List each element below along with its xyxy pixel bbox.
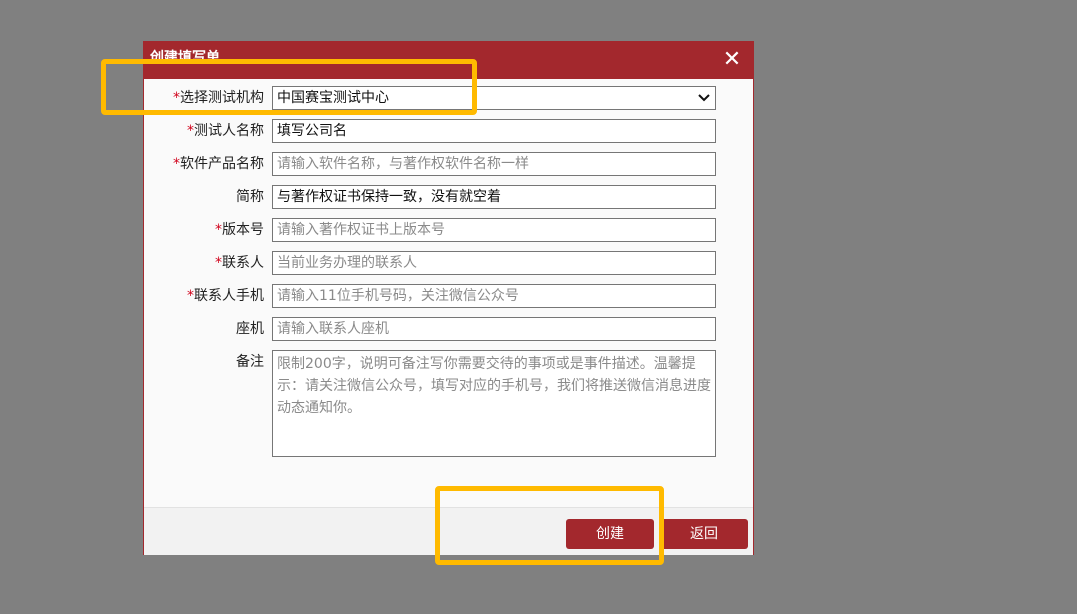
landline-label: 座机 [236,321,264,337]
row-short-name: 简称 与著作权证书保持一致，没有就空着 [144,185,753,209]
required-mark: * [187,288,194,304]
short-name-label: 简称 [236,189,264,205]
close-icon[interactable]: ✕ [721,47,743,73]
required-mark: * [173,156,180,172]
version-label: *版本号 [144,220,264,240]
version-input[interactable]: 请输入著作权证书上版本号 [272,218,716,242]
remarks-textarea[interactable]: 限制200字，说明可备注写你需要交待的事项或是事件描述。温馨提示：请关注微信公众… [272,350,716,457]
contact-phone-label: *联系人手机 [144,286,264,306]
create-form-dialog: 创建填写单 ✕ *选择测试机构 中国赛宝测试中心 *测试人名称 填写公司名 *软… [143,41,754,555]
contact-label: *联系人 [144,253,264,273]
required-mark: * [187,123,194,139]
back-button[interactable]: 返回 [660,519,748,549]
row-landline: 座机 请输入联系人座机 [144,317,753,341]
tester-name-label-text: 测试人名称 [194,123,264,139]
chevron-down-icon [697,87,711,109]
row-version: *版本号 请输入著作权证书上版本号 [144,218,753,242]
product-name-label: *软件产品名称 [144,154,264,174]
form-area: *选择测试机构 中国赛宝测试中心 *测试人名称 填写公司名 *软件产品名称 请输… [144,79,753,543]
remarks-label: 备注 [236,354,264,370]
highlight-institution [101,59,477,115]
row-remarks: 备注 限制200字，说明可备注写你需要交待的事项或是事件描述。温馨提示：请关注微… [144,350,753,457]
landline-input[interactable]: 请输入联系人座机 [272,317,716,341]
row-contact: *联系人 当前业务办理的联系人 [144,251,753,275]
product-name-input[interactable]: 请输入软件名称，与著作权软件名称一样 [272,152,716,176]
product-name-label-text: 软件产品名称 [180,156,264,172]
highlight-create-button [435,486,664,565]
short-name-input[interactable]: 与著作权证书保持一致，没有就空着 [272,185,716,209]
tester-name-label: *测试人名称 [144,121,264,141]
row-product-name: *软件产品名称 请输入软件名称，与著作权软件名称一样 [144,152,753,176]
contact-label-text: 联系人 [222,255,264,271]
row-tester-name: *测试人名称 填写公司名 [144,119,753,143]
contact-phone-label-text: 联系人手机 [194,288,264,304]
version-label-text: 版本号 [222,222,264,238]
tester-name-input[interactable]: 填写公司名 [272,119,716,143]
required-mark: * [215,222,222,238]
row-contact-phone: *联系人手机 请输入11位手机号码，关注微信公众号 [144,284,753,308]
contact-input[interactable]: 当前业务办理的联系人 [272,251,716,275]
required-mark: * [215,255,222,271]
contact-phone-input[interactable]: 请输入11位手机号码，关注微信公众号 [272,284,716,308]
